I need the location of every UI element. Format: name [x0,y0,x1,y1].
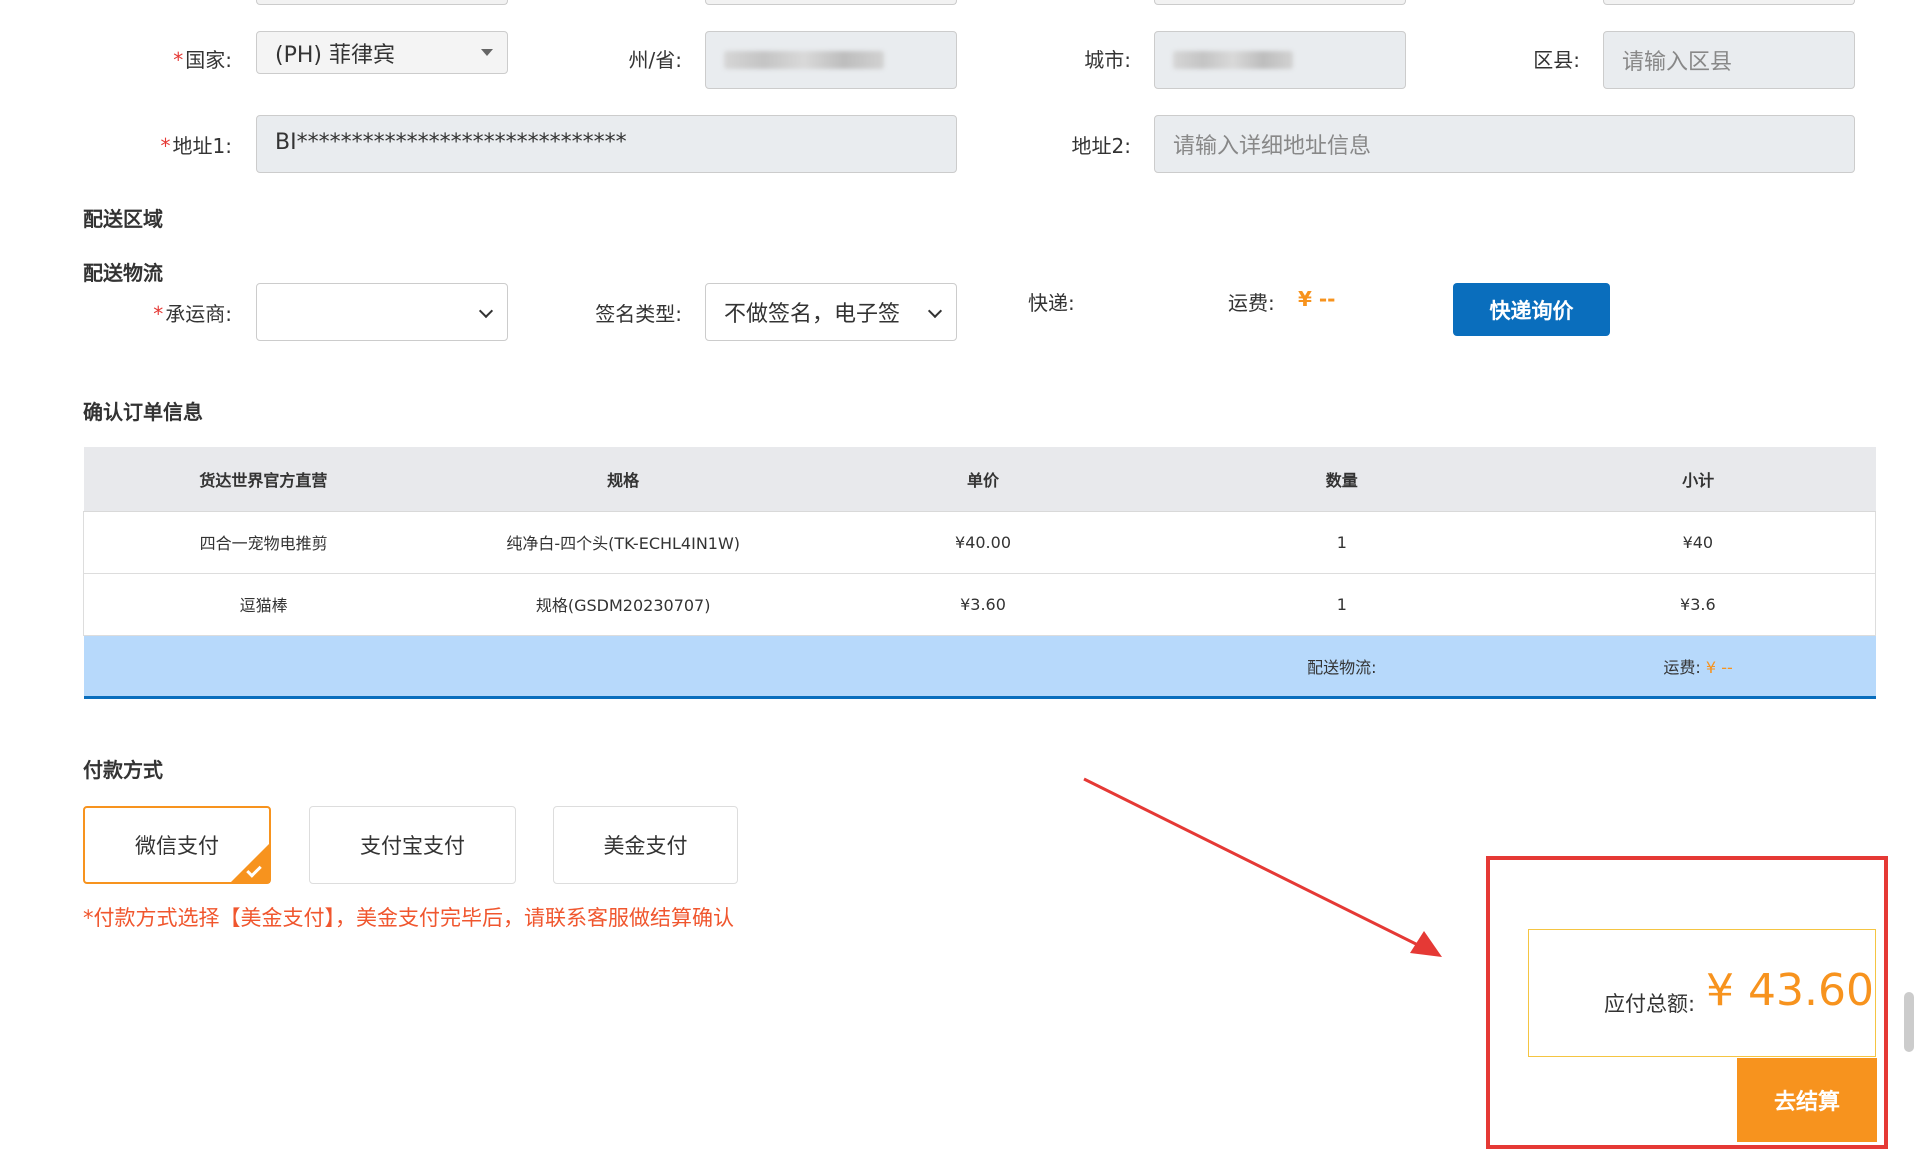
subtotal-cell: ¥40 [1520,511,1876,574]
required-mark: * [153,302,164,326]
state-label: 州/省: [462,44,682,73]
summary-logistics-label: 配送物流: [1162,635,1521,699]
payment-note: *付款方式选择【美金支付】，美金支付完毕后，请联系客服做结算确认 [83,906,734,930]
pay-option-usd[interactable]: 美金支付 [553,806,738,884]
addr1-label: * 地址1: [12,130,232,159]
addr1-label-text: 地址1: [172,134,232,158]
summary-freight: 运费: ¥ -- [1520,635,1876,699]
addr2-label-text: 地址2: [1071,134,1131,158]
column-header: 规格 [443,447,804,512]
country-label-text: 国家: [185,48,232,72]
checkout-button[interactable]: 去结算 [1737,1058,1877,1142]
column-header: 小计 [1520,447,1876,512]
top-field-edge-1 [256,0,508,5]
addr1-value: BI****************************** [275,130,627,155]
delivery-logistics-title: 配送物流 [83,261,163,285]
chevron-down-icon [927,303,943,319]
unit-price-cell: ¥40.00 [803,511,1163,574]
signature-label: 签名类型: [462,298,682,327]
summary-empty-cell [443,635,804,699]
required-mark: * [160,134,171,158]
signature-select[interactable]: 不做签名，电子签 [705,283,957,341]
product-name-cell: 逗猫棒 [83,573,444,636]
order-summary-row: 配送物流: 运费: ¥ -- [83,635,1876,699]
column-header: 单价 [803,447,1163,512]
express-quote-button[interactable]: 快递询价 [1453,283,1610,336]
summary-empty-cell [803,635,1163,699]
pay-option-wechat[interactable]: 微信支付 [83,806,271,884]
country-select-value: (PH) 菲律宾 [275,42,395,68]
top-field-edge-4 [1603,0,1855,5]
payment-title: 付款方式 [83,758,163,782]
addr1-input[interactable]: BI****************************** [256,115,957,173]
addr2-placeholder: 请输入详细地址信息 [1173,134,1372,159]
carrier-label-text: 承运商: [165,302,232,326]
summary-freight-label: 运费: [1663,657,1701,677]
district-label-text: 区县: [1533,48,1580,72]
order-table-header: 货达世界官方直营 规格 单价 数量 小计 [83,447,1876,512]
carrier-label: * 承运商: [12,298,232,327]
district-input[interactable]: 请输入区县 [1603,31,1855,89]
selected-corner-icon [230,843,270,883]
quantity-cell: 1 [1162,573,1521,636]
column-header: 货达世界官方直营 [83,447,444,512]
city-label: 城市: [911,44,1131,73]
table-row: 逗猫棒 规格(GSDM20230707) ¥3.60 1 ¥3.6 [83,573,1876,636]
required-mark: * [173,48,184,72]
summary-freight-value: ¥ -- [1705,657,1733,677]
freight-value: ¥ -- [1298,287,1336,311]
pay-option-label: 支付宝支付 [360,834,465,858]
district-placeholder: 请输入区县 [1622,50,1733,75]
express-label: 快递: [1028,291,1075,315]
delivery-area-title: 配送区域 [83,207,163,231]
pay-option-label: 微信支付 [135,834,219,858]
subtotal-cell: ¥3.6 [1520,573,1876,636]
product-spec-cell: 纯净白-四个头(TK-ECHL4IN1W) [443,511,804,574]
summary-empty-cell [83,635,444,699]
order-table: 货达世界官方直营 规格 单价 数量 小计 四合一宠物电推剪 纯净白-四个头(TK… [83,447,1876,699]
addr2-input[interactable]: 请输入详细地址信息 [1154,115,1855,173]
column-header: 数量 [1162,447,1521,512]
order-info-title: 确认订单信息 [83,400,203,424]
district-label: 区县: [1360,44,1580,73]
product-spec-cell: 规格(GSDM20230707) [443,573,804,636]
total-label: 应付总额: [1604,992,1696,1016]
product-name-cell: 四合一宠物电推剪 [83,511,444,574]
country-label: * 国家: [12,44,232,73]
freight-label: 运费: [1228,291,1275,315]
table-row: 四合一宠物电推剪 纯净白-四个头(TK-ECHL4IN1W) ¥40.00 1 … [83,511,1876,574]
total-value: ¥ 43.60 [1706,965,1874,1016]
scrollbar-thumb[interactable] [1904,992,1914,1052]
signature-label-text: 签名类型: [595,302,682,326]
annotation-arrow-icon [1083,777,1442,957]
city-label-text: 城市: [1084,48,1131,72]
signature-select-value: 不做签名，电子签 [724,302,901,327]
pay-option-label: 美金支付 [603,834,688,858]
unit-price-cell: ¥3.60 [803,573,1163,636]
top-field-edge-3 [1154,0,1406,5]
pay-option-alipay[interactable]: 支付宝支付 [309,806,516,884]
state-label-text: 州/省: [628,48,682,72]
blurred-city-value [1173,51,1293,69]
blurred-state-value [724,51,884,69]
addr2-label: 地址2: [911,130,1131,159]
quantity-cell: 1 [1162,511,1521,574]
top-field-edge-2 [705,0,957,5]
